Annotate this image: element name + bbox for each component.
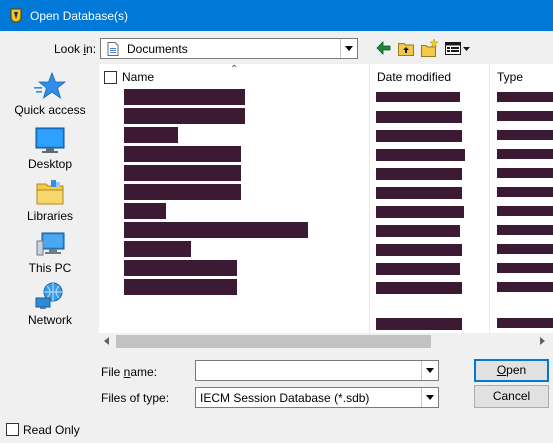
redacted-date xyxy=(376,149,465,161)
redacted-date xyxy=(376,92,460,102)
redacted-file-name[interactable] xyxy=(124,146,241,162)
this-pc-icon xyxy=(36,232,65,256)
redacted-file-name[interactable] xyxy=(124,165,241,181)
column-divider[interactable] xyxy=(369,64,370,334)
chevron-down-icon[interactable] xyxy=(340,39,357,58)
look-in-value: Documents xyxy=(127,42,188,56)
app-icon xyxy=(10,8,22,23)
open-button[interactable]: Open xyxy=(474,359,549,382)
scrollbar-thumb[interactable] xyxy=(116,335,431,348)
redacted-date xyxy=(376,168,462,180)
redacted-type xyxy=(497,149,553,159)
place-label: Desktop xyxy=(27,157,73,171)
new-folder-icon[interactable] xyxy=(421,39,439,57)
file-name-combo[interactable] xyxy=(195,360,439,381)
redacted-file-name[interactable] xyxy=(124,184,241,200)
redacted-file-name[interactable] xyxy=(124,222,308,238)
scroll-left-arrow-icon[interactable] xyxy=(104,337,109,345)
sort-ascending-icon: ⌃ xyxy=(230,64,239,75)
chevron-down-icon[interactable] xyxy=(421,388,438,407)
view-menu-icon[interactable] xyxy=(445,39,471,57)
place-label: Network xyxy=(27,313,72,327)
select-all-checkbox[interactable] xyxy=(104,71,117,84)
place-network[interactable]: Network xyxy=(8,281,92,331)
chevron-down-icon[interactable] xyxy=(421,361,438,380)
redacted-file-name[interactable] xyxy=(124,127,178,143)
place-this-pc[interactable]: This PC xyxy=(8,229,92,279)
redacted-date xyxy=(376,318,462,330)
redacted-date xyxy=(376,225,460,237)
redacted-date xyxy=(376,187,462,199)
file-type-label: Files of type: xyxy=(101,391,170,405)
back-arrow-icon[interactable] xyxy=(376,39,391,57)
open-dialog: Look in: Documents Quick access Desktop … xyxy=(0,31,553,443)
up-folder-icon[interactable] xyxy=(398,39,414,57)
column-header-name[interactable]: Name xyxy=(122,70,154,90)
redacted-type xyxy=(497,244,553,254)
redacted-type xyxy=(497,111,553,121)
place-quick-access[interactable]: Quick access xyxy=(8,71,92,121)
documents-icon xyxy=(107,42,119,56)
title-bar: Open Database(s) xyxy=(0,0,553,31)
redacted-type xyxy=(497,168,553,178)
file-type-dropdown[interactable]: IECM Session Database (*.sdb) xyxy=(195,387,439,408)
column-divider[interactable] xyxy=(489,64,490,334)
redacted-date xyxy=(376,111,462,123)
redacted-file-name[interactable] xyxy=(124,279,237,295)
redacted-type xyxy=(497,130,553,140)
libraries-icon xyxy=(36,180,64,205)
redacted-type xyxy=(497,225,553,235)
redacted-type xyxy=(497,187,553,197)
quick-access-star-icon xyxy=(34,71,66,99)
redacted-date xyxy=(376,244,462,256)
place-label: This PC xyxy=(28,261,72,275)
network-icon xyxy=(35,282,63,309)
desktop-icon xyxy=(35,127,65,153)
redacted-type xyxy=(497,318,553,328)
redacted-date xyxy=(376,263,460,275)
redacted-file-name[interactable] xyxy=(124,260,237,276)
redacted-file-name[interactable] xyxy=(124,89,245,105)
redacted-date xyxy=(376,206,464,218)
file-name-label: File name: xyxy=(101,365,158,379)
scroll-right-arrow-icon[interactable] xyxy=(540,337,545,345)
window-title: Open Database(s) xyxy=(30,9,129,23)
redacted-type xyxy=(497,282,553,292)
redacted-type xyxy=(497,92,553,102)
column-header-type[interactable]: Type xyxy=(497,70,523,90)
place-label: Quick access xyxy=(14,103,86,117)
horizontal-scrollbar[interactable] xyxy=(99,333,553,350)
look-in-dropdown[interactable]: Documents xyxy=(100,38,358,59)
redacted-file-name[interactable] xyxy=(124,241,191,257)
redacted-file-name[interactable] xyxy=(124,108,245,124)
redacted-date xyxy=(376,282,462,294)
redacted-date xyxy=(376,130,462,142)
column-header-date-modified[interactable]: Date modified xyxy=(377,70,451,90)
place-desktop[interactable]: Desktop xyxy=(8,125,92,175)
place-libraries[interactable]: Libraries xyxy=(8,177,92,227)
read-only-label: Read Only xyxy=(23,423,80,437)
look-in-label: Look in: xyxy=(54,42,97,56)
checkbox-box[interactable] xyxy=(6,423,19,436)
place-label: Libraries xyxy=(26,209,74,223)
redacted-file-name[interactable] xyxy=(124,203,166,219)
file-type-value: IECM Session Database (*.sdb) xyxy=(200,391,370,405)
cancel-button[interactable]: Cancel xyxy=(474,385,549,408)
file-list[interactable]: ⌃ Name Date modified Type xyxy=(99,64,553,350)
redacted-type xyxy=(497,206,553,216)
redacted-type xyxy=(497,263,553,273)
